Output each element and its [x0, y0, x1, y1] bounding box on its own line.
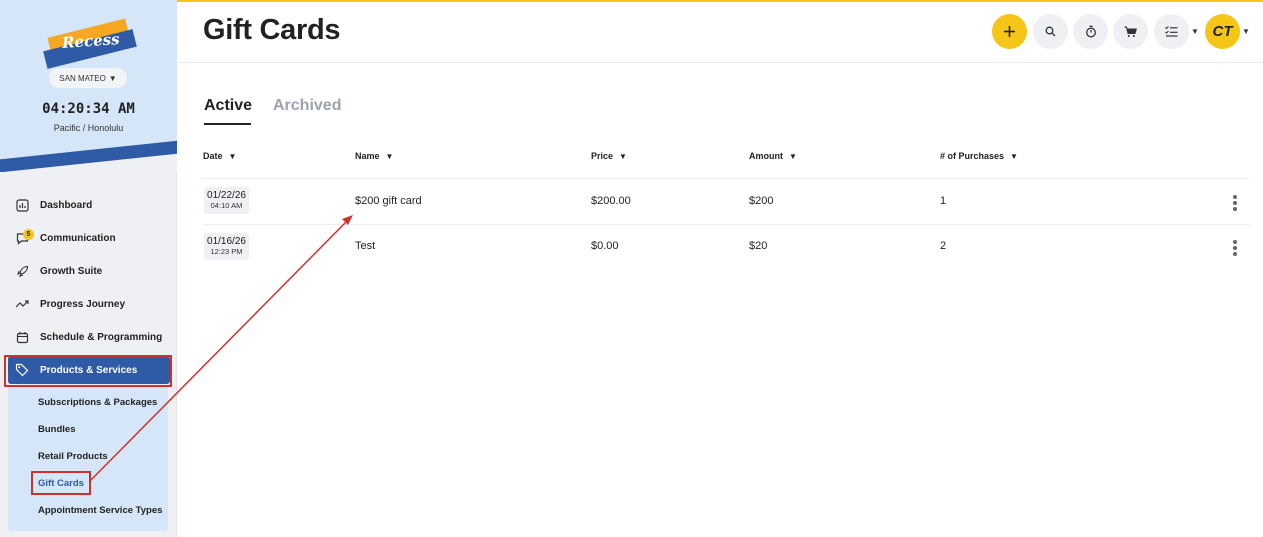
name-cell[interactable]: Test: [355, 240, 375, 252]
stopwatch-icon: [1085, 25, 1096, 38]
column-header-date[interactable]: Date ▼: [203, 151, 236, 161]
recess-logo[interactable]: Recess: [40, 18, 140, 69]
price-cell: $200.00: [591, 195, 631, 207]
sidebar-item-schedule[interactable]: Schedule & Programming: [8, 323, 170, 351]
add-button[interactable]: [992, 14, 1027, 49]
tasks-dropdown-icon[interactable]: ▼: [1191, 27, 1199, 36]
amount-cell: $200: [749, 195, 774, 207]
plus-icon: [1004, 26, 1015, 37]
highlight-products-services: [4, 355, 172, 387]
notification-badge: 5: [23, 229, 34, 240]
price-cell: $0.00: [591, 240, 619, 252]
date-cell: 01/22/26 04:10 AM: [204, 187, 249, 214]
search-icon: [1045, 26, 1056, 37]
tasks-button[interactable]: [1154, 14, 1189, 49]
sidebar-item-label: Schedule & Programming: [40, 331, 163, 343]
sort-down-icon: ▼: [619, 151, 627, 161]
tab-active[interactable]: Active: [204, 97, 252, 115]
header-divider: [178, 62, 1263, 63]
column-header-amount[interactable]: Amount ▼: [749, 151, 797, 161]
sidebar-item-label: Dashboard: [40, 199, 93, 211]
account-dropdown-icon[interactable]: ▼: [1242, 27, 1250, 36]
cart-icon: [1124, 26, 1137, 37]
submenu-item-bundles[interactable]: Bundles: [38, 424, 75, 435]
purchases-cell: 2: [940, 240, 947, 252]
clock-time: 04:20:34 AM: [42, 101, 135, 117]
more-options-icon[interactable]: [1232, 240, 1238, 258]
submenu-item-retail-products[interactable]: Retail Products: [38, 451, 108, 462]
sidebar-item-dashboard[interactable]: Dashboard: [8, 191, 170, 219]
checklist-icon: [1165, 26, 1178, 37]
purchases-cell: 1: [940, 195, 947, 207]
annotation-arrow: [89, 215, 353, 482]
submenu-item-subscriptions[interactable]: Subscriptions & Packages: [38, 397, 157, 408]
chart-icon: [14, 197, 30, 213]
sidebar-item-progress-journey[interactable]: Progress Journey: [8, 290, 170, 318]
amount-cell: $20: [749, 240, 768, 252]
sort-down-icon: ▼: [385, 151, 394, 161]
caret-down-icon: ▼: [108, 73, 117, 83]
sidebar-item-label: Communication: [40, 232, 116, 244]
sidebar-item-label: Growth Suite: [40, 265, 103, 277]
timer-button[interactable]: [1073, 14, 1108, 49]
location-selector[interactable]: SAN MATEO ▼: [49, 68, 127, 88]
sort-down-icon: ▼: [789, 151, 797, 161]
page-title: Gift Cards: [203, 14, 341, 46]
top-accent-line: [0, 0, 1263, 2]
sidebar-header: Recess SAN MATEO ▼ 04:20:34 AM Pacific /…: [0, 0, 177, 172]
rocket-icon: [14, 263, 30, 279]
highlight-gift-cards: [31, 471, 91, 495]
column-header-purchases[interactable]: # of Purchases ▼: [940, 151, 1018, 161]
user-avatar[interactable]: CT: [1205, 14, 1240, 49]
active-tab-indicator: [204, 123, 251, 125]
cart-button[interactable]: [1113, 14, 1148, 49]
name-cell[interactable]: $200 gift card: [355, 195, 422, 207]
search-button[interactable]: [1033, 14, 1068, 49]
chat-icon: 5: [14, 229, 34, 246]
location-label: SAN MATEO: [59, 73, 106, 83]
column-header-name[interactable]: Name ▼: [355, 151, 393, 161]
submenu-item-appointment-service-types[interactable]: Appointment Service Types: [38, 505, 162, 516]
sidebar-item-communication[interactable]: 5 Communication: [8, 224, 170, 252]
more-options-icon[interactable]: [1232, 195, 1238, 213]
column-header-price[interactable]: Price ▼: [591, 151, 627, 161]
trend-icon: [14, 296, 30, 312]
tab-archived[interactable]: Archived: [273, 97, 341, 115]
clock-timezone: Pacific / Honolulu: [53, 123, 124, 133]
products-submenu: Subscriptions & Packages Bundles Retail …: [8, 386, 168, 531]
sidebar-item-growth-suite[interactable]: Growth Suite: [8, 257, 170, 285]
sort-down-icon: ▼: [228, 151, 237, 161]
sidebar: Recess SAN MATEO ▼ 04:20:34 AM Pacific /…: [0, 0, 177, 537]
date-cell: 01/16/26 12:23 PM: [204, 233, 249, 260]
sidebar-item-label: Progress Journey: [40, 298, 126, 310]
sort-down-icon: ▼: [1010, 151, 1018, 161]
calendar-icon: [14, 329, 30, 345]
